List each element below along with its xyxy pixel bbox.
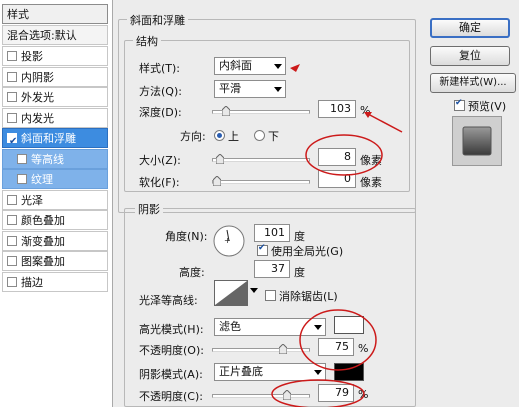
annotation-circle-shadow-opacity	[271, 379, 365, 407]
annotation-arrow-style	[290, 64, 300, 72]
annotation-circle-highlight	[299, 309, 377, 371]
annotation-circle-size	[305, 134, 383, 176]
annotation-overlay	[271, 64, 403, 407]
annotation-arrow-depth	[367, 113, 403, 133]
